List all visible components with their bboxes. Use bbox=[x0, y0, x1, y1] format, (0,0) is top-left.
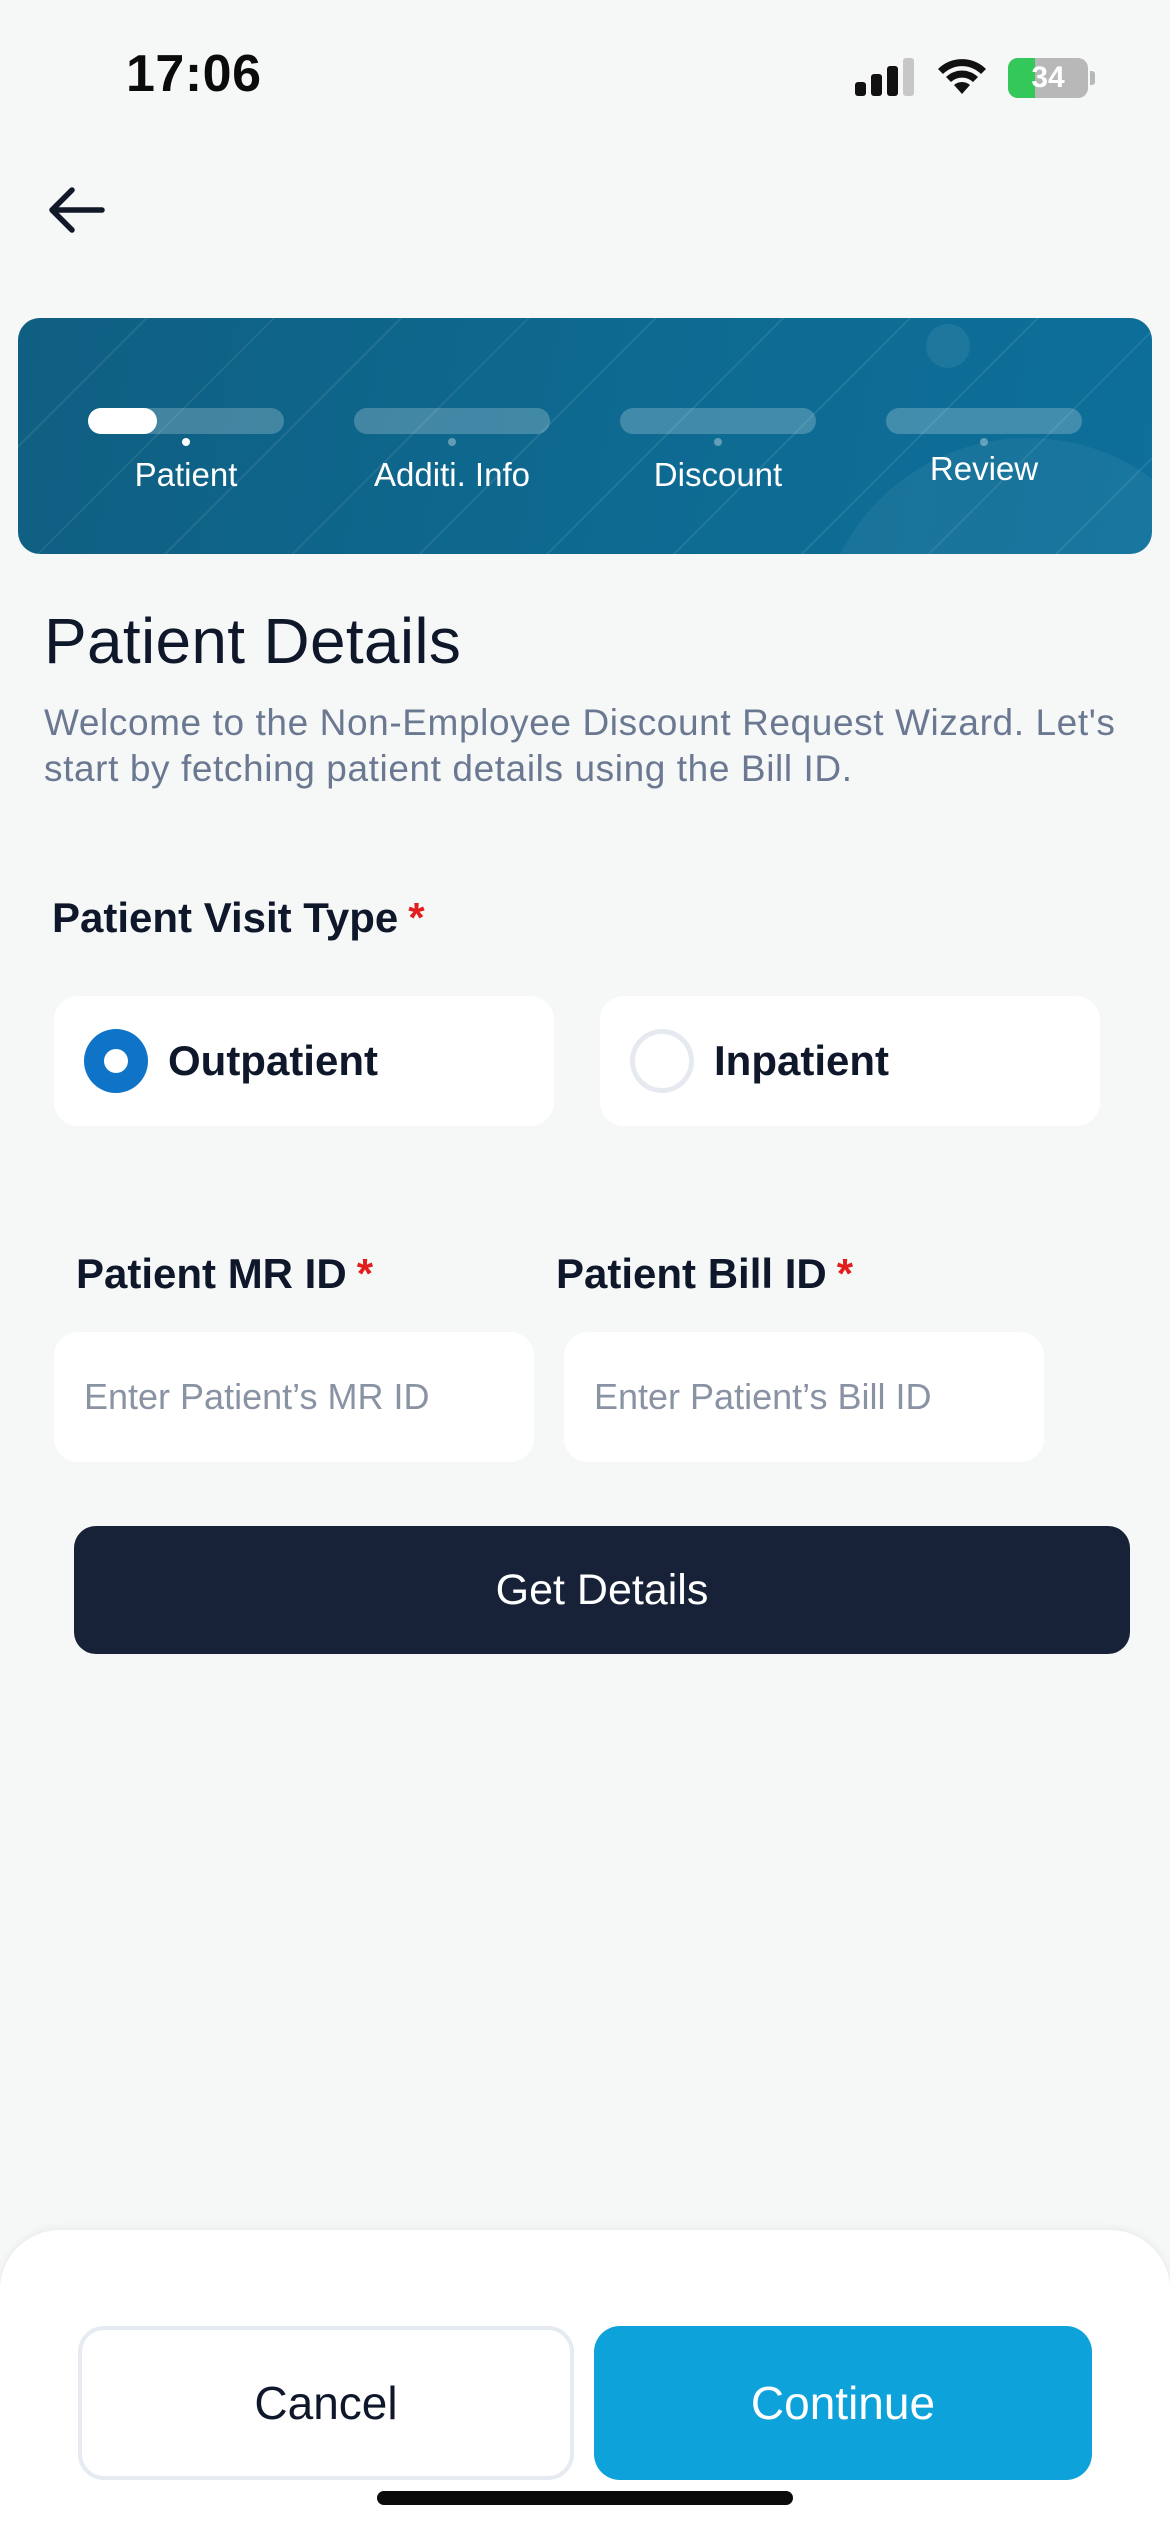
step-label: Patient bbox=[134, 456, 238, 493]
required-marker: * bbox=[356, 1250, 374, 1297]
mr-id-label: Patient MR ID * bbox=[76, 1250, 374, 1297]
get-details-button[interactable]: Get Details bbox=[74, 1526, 1130, 1654]
step-review[interactable]: Review bbox=[886, 408, 1082, 528]
battery-icon: 34 bbox=[1008, 58, 1095, 98]
option-label: Inpatient bbox=[714, 1037, 889, 1084]
status-time: 17:06 bbox=[126, 45, 262, 103]
battery-level: 34 bbox=[1031, 61, 1065, 94]
step-discount[interactable]: Discount bbox=[620, 408, 816, 528]
back-button[interactable] bbox=[36, 170, 116, 250]
visit-type-outpatient-option[interactable]: Outpatient bbox=[54, 996, 554, 1126]
step-patient[interactable]: Patient bbox=[88, 408, 284, 528]
wizard-stepper: Patient Additi. Info Discount Review bbox=[18, 318, 1152, 554]
bill-id-input[interactable] bbox=[564, 1332, 1044, 1462]
page-subtitle: Welcome to the Non-Employee Discount Req… bbox=[44, 702, 1116, 789]
radio-selected-icon[interactable] bbox=[84, 1029, 148, 1093]
radio-unselected-icon[interactable] bbox=[630, 1029, 694, 1093]
wifi-icon bbox=[938, 59, 986, 94]
cellular-signal-icon bbox=[855, 56, 915, 96]
visit-type-inpatient-option[interactable]: Inpatient bbox=[600, 996, 1100, 1126]
required-marker: * bbox=[408, 894, 425, 941]
continue-button[interactable]: Continue bbox=[594, 2326, 1092, 2480]
step-label: Review bbox=[929, 450, 1039, 487]
page-title: Patient Details bbox=[44, 605, 462, 677]
arrow-left-icon bbox=[49, 187, 105, 233]
patient-details-screen: 17:06 34 Patient Additi. Info Discount R… bbox=[0, 0, 1170, 2532]
mr-id-input[interactable] bbox=[54, 1332, 534, 1462]
cancel-button[interactable]: Cancel bbox=[78, 2326, 574, 2480]
option-label: Outpatient bbox=[168, 1037, 378, 1084]
step-label: Additi. Info bbox=[374, 456, 530, 493]
step-label: Discount bbox=[653, 456, 783, 493]
step-additional-info[interactable]: Additi. Info bbox=[354, 408, 550, 528]
home-indicator[interactable] bbox=[377, 2491, 793, 2505]
required-marker: * bbox=[836, 1250, 854, 1297]
visit-type-label: Patient Visit Type * bbox=[52, 894, 425, 941]
bill-id-label: Patient Bill ID * bbox=[556, 1250, 854, 1297]
